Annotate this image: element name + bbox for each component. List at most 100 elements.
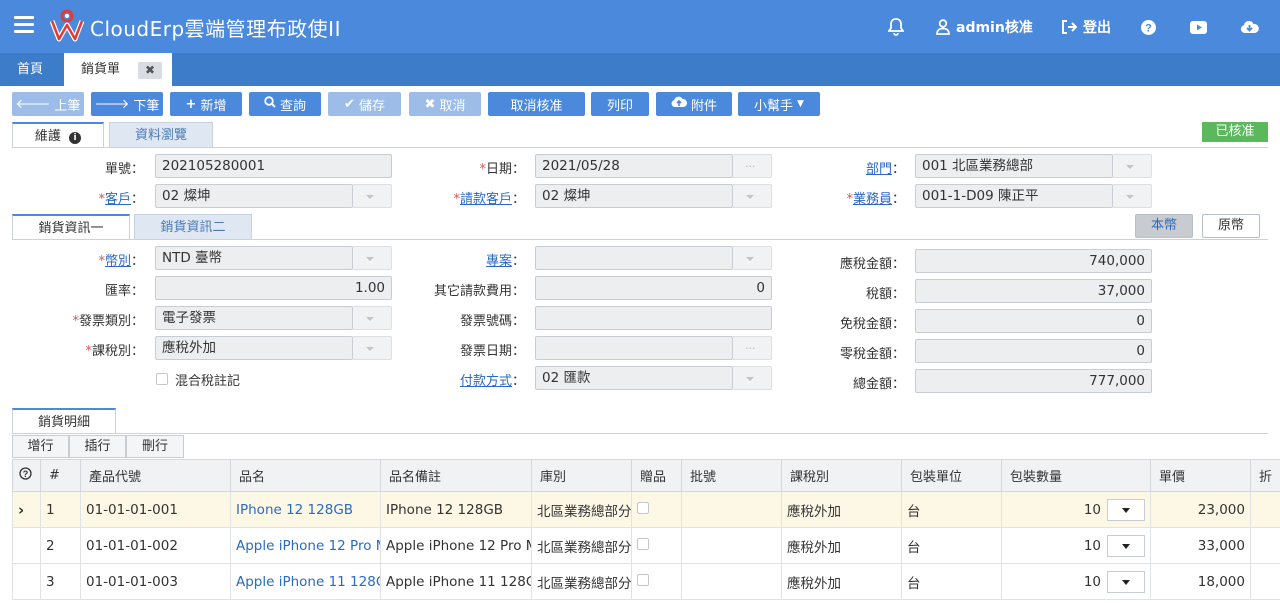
bill-customer-field[interactable]: 02 燦坤 (535, 184, 733, 208)
salesman-field[interactable]: 001-1-D09 陳正平 (915, 184, 1113, 208)
product-code[interactable]: 01-01-01-002 (80, 527, 231, 564)
product-name[interactable]: IPhone 12 128GB (230, 491, 381, 528)
batch-no[interactable] (681, 527, 782, 564)
add-row-button[interactable]: 增行 (12, 435, 69, 458)
payment-dropdown[interactable] (733, 366, 772, 390)
batch-no[interactable] (681, 491, 782, 528)
product-code[interactable]: 01-01-01-003 (80, 563, 231, 600)
invoice-date-picker-button[interactable] (733, 336, 772, 360)
attach-button[interactable]: 附件 (656, 92, 732, 116)
product-code[interactable]: 01-01-01-001 (80, 491, 231, 528)
tax-type-dropdown[interactable] (353, 336, 392, 360)
tax-type[interactable]: 應稅外加 (781, 527, 902, 564)
mixed-tax-checkbox[interactable] (156, 373, 168, 385)
currency-field[interactable]: NTD 臺幣 (155, 246, 353, 270)
help-icon[interactable]: ? (1141, 17, 1156, 37)
total-field[interactable]: 777,000 (915, 369, 1152, 393)
unapprove-button[interactable]: 取消核准 (488, 92, 585, 116)
customer-field[interactable]: 02 燦坤 (155, 184, 353, 208)
qty-dropdown[interactable] (1107, 534, 1145, 557)
user-menu[interactable]: admin核准 (936, 17, 1033, 37)
menu-icon[interactable] (14, 16, 34, 36)
other-fee-field[interactable]: 0 (535, 276, 772, 300)
tax-type[interactable]: 應稅外加 (781, 491, 902, 528)
salesman-dropdown[interactable] (1113, 184, 1152, 208)
logout-button[interactable]: 登出 (1061, 17, 1111, 37)
gift-checkbox[interactable] (637, 573, 649, 586)
tab-browse[interactable]: 資料瀏覽 (109, 122, 213, 148)
pack-qty[interactable]: 10 (1001, 491, 1151, 528)
date-picker-button[interactable] (733, 154, 772, 178)
helper-button[interactable]: 小幫手 ▼ (738, 92, 820, 116)
column-header[interactable]: 折 (1250, 459, 1280, 492)
tax-type-field[interactable]: 應稅外加 (155, 336, 353, 360)
column-header[interactable]: 品名備註 (380, 459, 532, 492)
tax-free-amount-field[interactable]: 0 (915, 309, 1152, 333)
product-name[interactable]: Apple iPhone 11 128G (230, 563, 381, 600)
column-header[interactable]: 產品代號 (80, 459, 231, 492)
close-tab-icon[interactable]: ✖ (138, 62, 162, 79)
order-no-field[interactable]: 202105280001 (155, 154, 392, 178)
original-currency-toggle[interactable]: 原幣 (1202, 214, 1260, 238)
batch-no[interactable] (681, 563, 782, 600)
tab-maintain[interactable]: 維護 i (12, 122, 104, 148)
tab-sales-order[interactable]: 銷貨單 ✖ (64, 53, 172, 86)
table-row[interactable]: 2 01-01-01-002 Apple iPhone 12 Pro M App… (12, 527, 1280, 564)
invoice-type-dropdown[interactable] (353, 306, 392, 330)
product-note[interactable]: Apple iPhone 11 128G (380, 563, 532, 600)
tab-home[interactable]: 首頁 (17, 53, 43, 86)
column-header[interactable]: 課稅別 (781, 459, 902, 492)
column-header[interactable]: 贈品 (631, 459, 682, 492)
help-column-icon[interactable]: ? (12, 459, 41, 492)
invoice-type-field[interactable]: 電子發票 (155, 306, 353, 330)
product-name[interactable]: Apple iPhone 12 Pro M (230, 527, 381, 564)
delete-row-button[interactable]: 刪行 (126, 435, 184, 458)
date-field[interactable]: 2021/05/28 (535, 154, 733, 178)
column-header[interactable]: 庫別 (531, 459, 632, 492)
qty-dropdown[interactable] (1107, 498, 1145, 521)
pack-qty[interactable]: 10 (1001, 563, 1151, 600)
column-header[interactable]: # (40, 459, 81, 492)
rate-field[interactable]: 1.00 (155, 276, 392, 300)
zero-tax-amount-field[interactable]: 0 (915, 339, 1152, 363)
tab-sales-info-1[interactable]: 銷貨資訊一 (12, 214, 130, 240)
warehouse[interactable]: 北區業務總部分 (531, 491, 632, 528)
column-header[interactable]: 包裝單位 (901, 459, 1002, 492)
customer-dropdown[interactable] (353, 184, 392, 208)
project-dropdown[interactable] (733, 246, 772, 270)
department-field[interactable]: 001 北區業務總部 (915, 154, 1113, 178)
table-row[interactable]: › 1 01-01-01-001 IPhone 12 128GB IPhone … (12, 491, 1280, 528)
pack-unit[interactable]: 台 (901, 491, 1002, 528)
print-button[interactable]: 列印 (591, 92, 649, 116)
table-row[interactable]: 3 01-01-01-003 Apple iPhone 11 128G Appl… (12, 563, 1280, 600)
column-header[interactable]: 品名 (230, 459, 381, 492)
currency-dropdown[interactable] (353, 246, 392, 270)
query-button[interactable]: 查詢 (249, 92, 321, 116)
cloud-download-icon[interactable] (1240, 17, 1259, 37)
column-header[interactable]: 批號 (681, 459, 782, 492)
unit-price[interactable]: 18,000 (1150, 563, 1251, 600)
pack-unit[interactable]: 台 (901, 563, 1002, 600)
bell-icon[interactable] (888, 17, 904, 37)
tab-sales-detail[interactable]: 銷貨明細 (12, 408, 116, 434)
department-dropdown[interactable] (1113, 154, 1152, 178)
invoice-date-field[interactable] (535, 336, 733, 360)
project-field[interactable] (535, 246, 733, 270)
insert-row-button[interactable]: 插行 (69, 435, 126, 458)
prev-button[interactable]: 🡐 上筆 (12, 92, 84, 116)
unit-price[interactable]: 33,000 (1150, 527, 1251, 564)
tax-type[interactable]: 應稅外加 (781, 563, 902, 600)
next-button[interactable]: 🡒 下筆 (91, 92, 163, 116)
warehouse[interactable]: 北區業務總部分 (531, 527, 632, 564)
qty-dropdown[interactable] (1107, 570, 1145, 593)
invoice-no-field[interactable] (535, 306, 772, 330)
tab-sales-info-2[interactable]: 銷貨資訊二 (134, 214, 252, 240)
pack-unit[interactable]: 台 (901, 527, 1002, 564)
add-button[interactable]: + 新增 (170, 92, 242, 116)
tax-field[interactable]: 37,000 (915, 279, 1152, 303)
taxable-amount-field[interactable]: 740,000 (915, 249, 1152, 273)
unit-price[interactable]: 23,000 (1150, 491, 1251, 528)
gift-checkbox[interactable] (637, 501, 649, 514)
gift-checkbox[interactable] (637, 537, 649, 550)
cancel-button[interactable]: ✖ 取消 (409, 92, 481, 116)
